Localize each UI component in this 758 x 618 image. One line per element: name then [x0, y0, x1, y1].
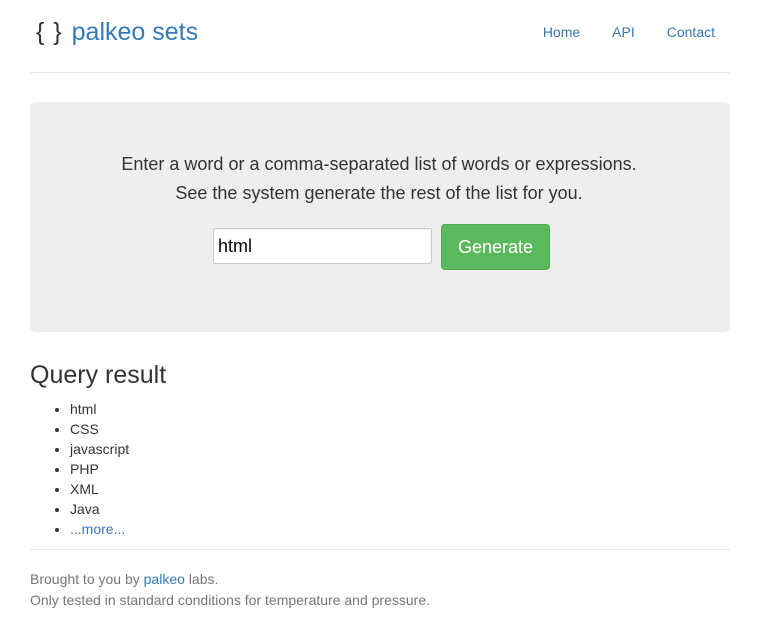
query-input[interactable]	[213, 228, 432, 264]
nav-contact-link[interactable]: Contact	[667, 22, 715, 42]
braces-icon: { }	[36, 18, 63, 46]
footer-disclaimer: Only tested in standard conditions for t…	[30, 592, 430, 608]
result-item: CSS	[70, 419, 129, 439]
main-nav: Home API Contact	[543, 22, 715, 42]
footer-credit: Brought to you by palkeo labs.	[30, 569, 430, 590]
site-header: { } palkeo sets Home API Contact	[30, 0, 730, 73]
footer-divider	[30, 549, 730, 550]
nav-home-link[interactable]: Home	[543, 22, 580, 42]
hero-instruction-line-2: See the system generate the rest of the …	[175, 183, 583, 203]
footer-credit-suffix: labs.	[184, 571, 219, 587]
footer-credit-prefix: Brought to you by	[30, 571, 144, 587]
result-item: html	[70, 399, 129, 419]
result-item: XML	[70, 479, 129, 499]
nav-api-link[interactable]: API	[612, 22, 635, 42]
more-item: ...more...	[70, 519, 129, 539]
result-item: PHP	[70, 459, 129, 479]
hero-panel	[30, 102, 730, 332]
site-footer: Brought to you by palkeo labs. Only test…	[30, 569, 430, 611]
result-list: html CSS javascript PHP XML Java ...more…	[30, 399, 129, 539]
brand[interactable]: { } palkeo sets	[36, 16, 198, 48]
result-item: Java	[70, 499, 129, 519]
palkeo-link[interactable]: palkeo	[144, 571, 185, 587]
brand-name[interactable]: palkeo sets	[72, 18, 198, 46]
result-item: javascript	[70, 439, 129, 459]
generate-button[interactable]: Generate	[441, 224, 550, 270]
hero-instruction-line-1: Enter a word or a comma-separated list o…	[121, 154, 637, 174]
more-results-link[interactable]: ...more...	[70, 521, 125, 537]
query-result-title: Query result	[30, 361, 167, 389]
